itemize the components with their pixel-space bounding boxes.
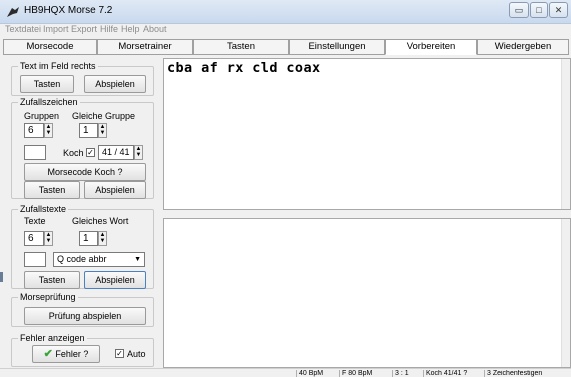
abspielen-button[interactable]: Abspielen (84, 75, 146, 93)
group-legend: Fehler anzeigen (18, 333, 87, 343)
window-edge-marker (0, 272, 3, 282)
menu-item-about[interactable]: About (143, 24, 167, 34)
group-legend: Morseprüfung (18, 292, 78, 302)
menu-item-hilfe[interactable]: Hilfe (100, 24, 118, 34)
title-bar: HB9HQX Morse 7.2 ▭ □ ✕ (0, 0, 571, 24)
zeichen-preview-box (24, 145, 46, 160)
gruppen-spin-arrows[interactable]: ▲ ▼ (44, 123, 53, 138)
minimize-icon[interactable]: ▭ (509, 2, 529, 18)
tab-morsecode[interactable]: Morsecode (3, 39, 97, 55)
group-fehler: Fehler anzeigen ✔ Fehler ? ✓ Auto (11, 333, 154, 367)
chevron-down-icon[interactable]: ▼ (134, 253, 141, 266)
maximize-icon[interactable]: □ (530, 2, 548, 18)
menu-bar: Textdatei Import Export Hilfe Help About (0, 24, 571, 38)
tasten-button[interactable]: Tasten (24, 181, 80, 199)
window-title: HB9HQX Morse 7.2 (24, 5, 113, 16)
gruppen-input[interactable]: 6 (24, 123, 44, 138)
group-legend: Zufallszeichen (18, 97, 80, 107)
menu-item-help[interactable]: Help (121, 24, 140, 34)
koch-level-input[interactable]: 41 / 41 (98, 145, 134, 160)
tab-morsetrainer[interactable]: Morsetrainer (97, 39, 193, 55)
gleiche-gruppe-input[interactable]: 1 (79, 123, 98, 138)
textkategorie-select[interactable]: Q code abbr ▼ (53, 252, 145, 267)
texte-input[interactable]: 6 (24, 231, 44, 246)
tasten-button[interactable]: Tasten (20, 75, 74, 93)
group-text-im-feld: Text im Feld rechts Tasten Abspielen (11, 61, 154, 96)
morsecode-koch-button[interactable]: Morsecode Koch ? (24, 163, 146, 181)
editor-text: cba af rx cld coax (167, 60, 321, 76)
texte-label: Texte (24, 216, 46, 226)
tab-bar: Morsecode Morsetrainer Tasten Einstellun… (0, 38, 571, 56)
group-zufallstexte: Zufallstexte Texte Gleiches Wort 6 ▲ ▼ 1 … (11, 204, 154, 289)
abspielen-button[interactable]: Abspielen (84, 271, 146, 289)
fehler-button[interactable]: ✔ Fehler ? (32, 345, 100, 363)
group-legend: Zufallstexte (18, 204, 69, 214)
koch-label: Koch (63, 148, 84, 158)
gleiche-gruppe-label: Gleiche Gruppe (72, 111, 136, 121)
editor-bottom-scrollbar[interactable] (561, 219, 570, 367)
group-legend: Text im Feld rechts (18, 61, 98, 71)
checkmark-icon: ✔ (43, 348, 53, 360)
koch-checkbox[interactable]: ✓ (86, 148, 95, 157)
editor-top-scrollbar[interactable] (561, 59, 570, 209)
text-editor-bottom[interactable] (163, 218, 571, 368)
fehler-button-label: Fehler ? (55, 349, 89, 359)
auto-label: Auto (127, 349, 146, 359)
group-morsepruefung: Morseprüfung Prüfung abspielen (11, 292, 154, 327)
menu-item-import[interactable]: Import (43, 24, 69, 34)
tab-wiedergeben[interactable]: Wiedergeben (477, 39, 569, 55)
menu-item-textdatei[interactable]: Textdatei (5, 24, 41, 34)
app-icon (7, 7, 19, 17)
tab-vorbereiten[interactable]: Vorbereiten (385, 39, 477, 55)
texte-preview-box (24, 252, 46, 267)
tab-tasten[interactable]: Tasten (193, 39, 289, 55)
menu-item-export[interactable]: Export (71, 24, 97, 34)
textkategorie-value: Q code abbr (57, 254, 107, 264)
gleiches-wort-spin-arrows[interactable]: ▲ ▼ (98, 231, 107, 246)
close-icon[interactable]: ✕ (549, 2, 568, 18)
tasten-button[interactable]: Tasten (24, 271, 80, 289)
gleiches-wort-label: Gleiches Wort (72, 216, 129, 226)
text-editor-top[interactable]: cba af rx cld coax (163, 58, 571, 210)
abspielen-button[interactable]: Abspielen (84, 181, 146, 199)
gleiches-wort-input[interactable]: 1 (79, 231, 98, 246)
auto-checkbox[interactable]: ✓ (115, 349, 124, 358)
tab-einstellungen[interactable]: Einstellungen (289, 39, 385, 55)
gruppen-label: Gruppen (24, 111, 60, 121)
koch-spin-arrows[interactable]: ▲ ▼ (134, 145, 143, 160)
gleiche-gruppe-spin-arrows[interactable]: ▲ ▼ (98, 123, 107, 138)
group-zufallszeichen: Zufallszeichen Gruppen Gleiche Gruppe 6 … (11, 97, 154, 199)
pruefung-abspielen-button[interactable]: Prüfung abspielen (24, 307, 146, 325)
texte-spin-arrows[interactable]: ▲ ▼ (44, 231, 53, 246)
status-bar: 40 BpM F 80 BpM 3 : 1 Koch 41/41 ? 3 Zei… (0, 368, 571, 377)
